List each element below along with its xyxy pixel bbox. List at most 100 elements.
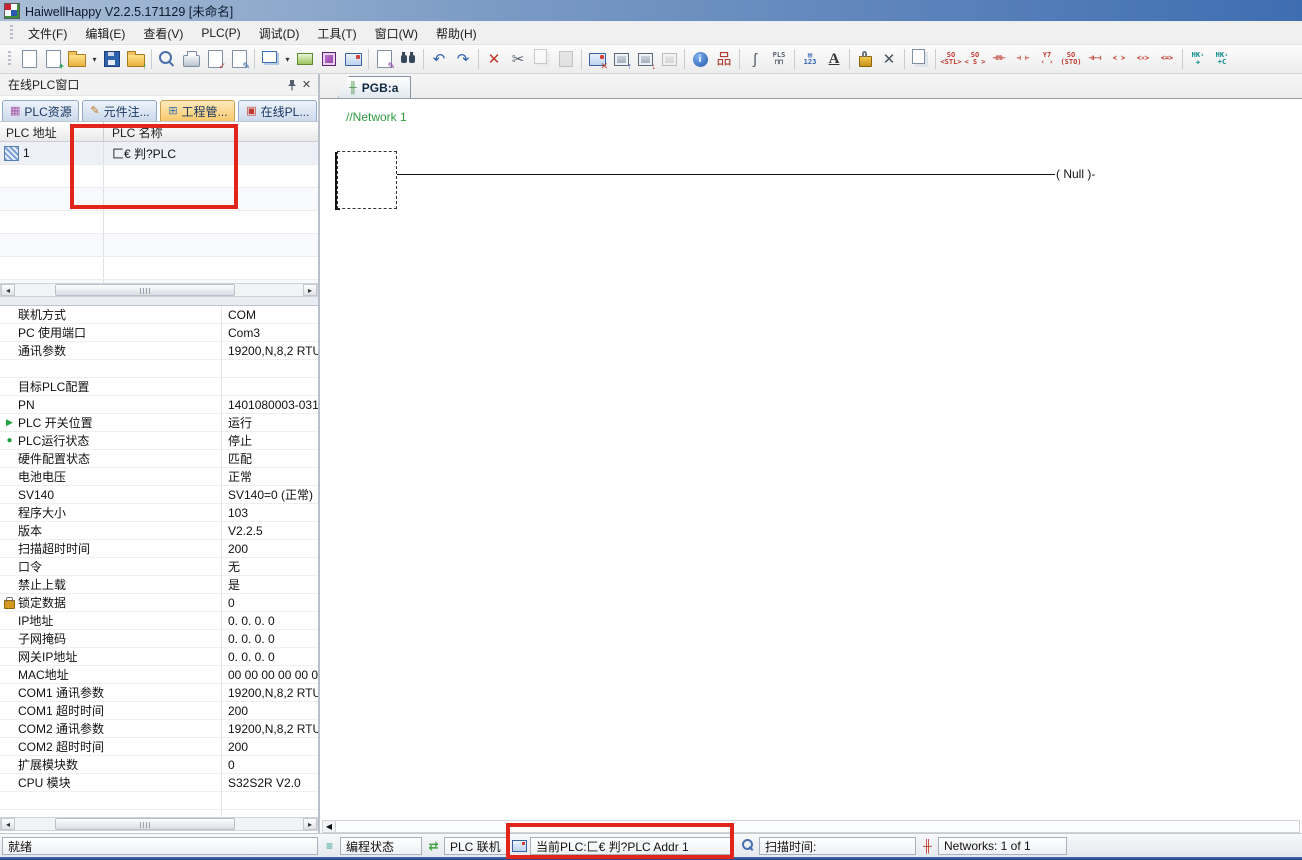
null-coil[interactable]: ( Null )- <box>1055 167 1095 181</box>
encrypt-icon[interactable] <box>853 47 877 71</box>
network-config-icon[interactable]: 品 <box>712 47 736 71</box>
edit-doc-icon[interactable]: ✎ <box>227 47 251 71</box>
close-icon[interactable]: ✕ <box>299 77 314 92</box>
property-row[interactable]: SV140SV140=0 (正常) <box>0 486 318 504</box>
scroll-track[interactable] <box>15 284 303 296</box>
delete-icon[interactable]: ✕ <box>482 47 506 71</box>
scroll-left-icon[interactable]: ◀ <box>323 821 336 832</box>
property-row[interactable]: IP地址0. 0. 0. 0 <box>0 612 318 630</box>
property-row[interactable]: 目标PLC配置 <box>0 378 318 396</box>
plc-table-hscrollbar[interactable]: ◂ ▸ <box>0 283 318 297</box>
scroll-track[interactable] <box>336 821 1299 832</box>
property-row[interactable]: 禁止上载是 <box>0 576 318 594</box>
menu-4[interactable]: 调试(D) <box>250 23 309 44</box>
plc-info-icon[interactable]: i <box>688 47 712 71</box>
find-icon[interactable] <box>396 47 420 71</box>
compare-contact-icon[interactable]: ≺=≻ <box>1155 47 1179 71</box>
plc-card-icon[interactable] <box>293 47 317 71</box>
new-file-icon[interactable] <box>17 47 41 71</box>
dock-tab-0[interactable]: ▦PLC资源 <box>2 100 79 121</box>
set-coil-icon[interactable]: ≺ ≻ <box>1107 47 1131 71</box>
property-row[interactable]: 锁定数据0 <box>0 594 318 612</box>
scroll-thumb[interactable] <box>55 284 235 296</box>
window-cascade-icon[interactable] <box>258 47 282 71</box>
scroll-right-icon[interactable]: ▸ <box>303 818 317 830</box>
property-row[interactable]: COM1 超时时间200 <box>0 702 318 720</box>
editor-options-icon[interactable]: ✎ <box>372 47 396 71</box>
rung-line[interactable] <box>339 174 1076 175</box>
decrypt-icon[interactable]: ✕ <box>877 47 901 71</box>
property-row[interactable]: 硬件配置状态匹配 <box>0 450 318 468</box>
pls-icon[interactable]: PLS⊓⊓ <box>767 47 791 71</box>
property-row[interactable]: CPU 模块S32S2R V2.0 <box>0 774 318 792</box>
menu-7[interactable]: 帮助(H) <box>427 23 486 44</box>
property-row[interactable] <box>0 360 318 378</box>
print-icon[interactable] <box>179 47 203 71</box>
plc-table-empty-row[interactable] <box>0 234 318 257</box>
plc-table-empty-row[interactable] <box>0 188 318 211</box>
network-comment[interactable]: //Network 1 <box>346 110 407 124</box>
upload-file-icon[interactable]: ↑ <box>124 47 148 71</box>
property-row[interactable]: 通讯参数19200,N,8,2 RTU <box>0 342 318 360</box>
scroll-left-icon[interactable]: ◂ <box>1 818 15 830</box>
plc-table-empty-row[interactable] <box>0 165 318 188</box>
plc-link-icon[interactable]: ✕ <box>585 47 609 71</box>
redo-icon[interactable]: ↷ <box>451 47 475 71</box>
selection-cursor-cell[interactable] <box>337 151 397 209</box>
undo-icon[interactable]: ↶ <box>427 47 451 71</box>
download-plc-icon[interactable]: ↓ <box>633 47 657 71</box>
menu-5[interactable]: 工具(T) <box>308 23 365 44</box>
firmware-chip-icon[interactable] <box>317 47 341 71</box>
dock-splitter[interactable] <box>0 297 318 305</box>
sto-instruction-icon[interactable]: SO(STO) <box>1059 47 1083 71</box>
new-project-icon[interactable]: + <box>41 47 65 71</box>
editor-hscrollbar[interactable]: ◀ <box>322 820 1300 833</box>
menubar-grip[interactable] <box>10 25 13 41</box>
plc-table-empty-row[interactable] <box>0 257 318 280</box>
tab-pgb-a[interactable]: ╫ PGB:a <box>338 76 411 98</box>
hk-add-icon[interactable]: HK›✚ <box>1186 47 1210 71</box>
dock-tab-3[interactable]: ▣在线PL... <box>238 100 317 121</box>
property-row[interactable] <box>0 792 318 810</box>
open-icon[interactable] <box>65 47 89 71</box>
property-row[interactable]: 子网掩码0. 0. 0. 0 <box>0 630 318 648</box>
rising-contact-icon[interactable]: ⊣H⊢ <box>987 47 1011 71</box>
property-row[interactable]: COM2 超时时间200 <box>0 738 318 756</box>
property-row[interactable]: ●PLC运行状态停止 <box>0 432 318 450</box>
verify-icon[interactable]: ✓ <box>203 47 227 71</box>
dock-tab-2[interactable]: ⊞工程管... <box>160 100 235 121</box>
hk-convert-icon[interactable]: HK›+C <box>1210 47 1234 71</box>
property-row[interactable]: COM1 通讯参数19200,N,8,2 RTU <box>0 684 318 702</box>
probe-icon[interactable]: ʃ <box>743 47 767 71</box>
copy-program-icon[interactable] <box>908 47 932 71</box>
property-row[interactable]: 电池电压正常 <box>0 468 318 486</box>
upload-plc-icon[interactable]: ↑ <box>609 47 633 71</box>
monitor-icon[interactable] <box>341 47 365 71</box>
open-menu-icon[interactable]: ▾ <box>89 47 100 71</box>
col-plc-name[interactable]: PLC 名称 <box>104 122 318 141</box>
property-row[interactable]: 联机方式COM <box>0 306 318 324</box>
save-icon[interactable] <box>100 47 124 71</box>
property-row[interactable]: MAC地址00 00 00 00 00 0 <box>0 666 318 684</box>
property-row[interactable]: 网关IP地址0. 0. 0. 0 <box>0 648 318 666</box>
reset-coil-icon[interactable]: ≺✕≻ <box>1131 47 1155 71</box>
property-hscrollbar[interactable]: ◂ ▸ <box>0 817 318 831</box>
element-table-icon[interactable]: ▤123 <box>798 47 822 71</box>
property-row[interactable]: ▶PLC 开关位置运行 <box>0 414 318 432</box>
menu-2[interactable]: 查看(V) <box>134 23 192 44</box>
property-row[interactable]: PC 使用端口Com3 <box>0 324 318 342</box>
property-row[interactable]: 程序大小103 <box>0 504 318 522</box>
dock-tab-1[interactable]: ✎元件注... <box>82 100 157 121</box>
stl-instruction-icon[interactable]: SO<STL> <box>939 47 963 71</box>
menu-3[interactable]: PLC(P) <box>192 24 249 42</box>
property-row[interactable]: 扫描超时时间200 <box>0 540 318 558</box>
scroll-left-icon[interactable]: ◂ <box>1 284 15 296</box>
scroll-thumb[interactable] <box>55 818 235 830</box>
window-menu-icon[interactable]: ▾ <box>282 47 293 71</box>
print-preview-icon[interactable] <box>155 47 179 71</box>
scroll-track[interactable] <box>15 818 303 830</box>
property-row[interactable]: 扩展模块数0 <box>0 756 318 774</box>
font-icon[interactable]: A <box>822 47 846 71</box>
plc-table-empty-row[interactable] <box>0 211 318 234</box>
set-state-icon[interactable]: SO< S > <box>963 47 987 71</box>
